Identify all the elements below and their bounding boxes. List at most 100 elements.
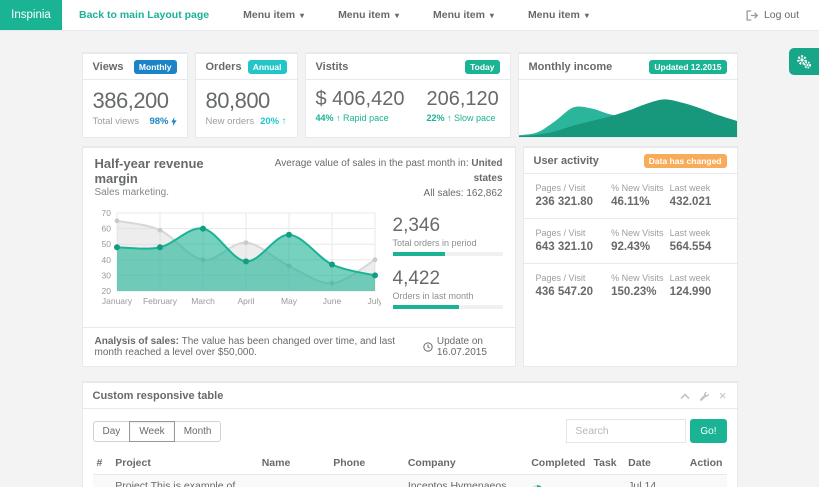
revenue-subtitle: Sales marketing. bbox=[95, 187, 248, 198]
cell: Patrick Smith bbox=[258, 475, 329, 487]
cell: Jul 14, 2013 bbox=[624, 475, 686, 487]
filter-button-week[interactable]: Week bbox=[129, 421, 174, 442]
completed-cell bbox=[527, 475, 589, 487]
svg-text:May: May bbox=[280, 296, 297, 306]
brand-logo[interactable]: Inspinia bbox=[0, 0, 62, 30]
user-activity-row: Pages / Visit436 547.20% New Visits150.2… bbox=[524, 264, 737, 308]
visits-delta-1: 44% bbox=[316, 113, 334, 123]
column-header-completed: Completed bbox=[527, 452, 589, 475]
logout-button[interactable]: Log out bbox=[729, 0, 819, 30]
svg-text:April: April bbox=[237, 296, 254, 306]
caret-down-icon: ▾ bbox=[300, 11, 304, 20]
caret-down-icon: ▾ bbox=[585, 11, 589, 20]
orders-period-value: 2,346 bbox=[393, 215, 503, 237]
activity-stat: % New Visits150.23% bbox=[611, 273, 670, 298]
activity-stat: Pages / Visit236 321.80 bbox=[536, 183, 612, 208]
visits-stat-1: $ 406,420 44% ↑ Rapid pace bbox=[316, 87, 405, 123]
cell: Inceptos Hymenaeos Ltd bbox=[404, 475, 527, 487]
menu-item-label: Menu item bbox=[338, 9, 390, 21]
top-navbar: Inspinia Back to main Layout page Menu i… bbox=[0, 0, 819, 31]
go-button[interactable]: Go! bbox=[690, 419, 726, 443]
revenue-title: Half-year revenue margin bbox=[95, 156, 248, 186]
views-delta: 98% bbox=[149, 116, 168, 127]
filter-button-day[interactable]: Day bbox=[93, 421, 131, 442]
back-to-layout-link[interactable]: Back to main Layout page bbox=[62, 0, 226, 30]
views-card-title: Views bbox=[93, 61, 124, 73]
svg-text:70: 70 bbox=[101, 208, 111, 218]
menu-item-4[interactable]: Menu item ▾ bbox=[511, 0, 606, 30]
activity-stat: Last week432.021 bbox=[670, 183, 725, 208]
level-up-icon: ↑ bbox=[282, 116, 287, 127]
menu-item-2[interactable]: Menu item ▾ bbox=[321, 0, 416, 30]
svg-text:February: February bbox=[142, 296, 177, 306]
svg-text:60: 60 bbox=[101, 224, 111, 234]
orders-delta: 20% bbox=[260, 116, 279, 127]
monthly-income-chart bbox=[519, 80, 737, 137]
visits-note-2: Slow pace bbox=[454, 113, 496, 123]
activity-stat: % New Visits46.11% bbox=[611, 183, 670, 208]
menu-item-1[interactable]: Menu item ▾ bbox=[226, 0, 321, 30]
orders-month-progress bbox=[393, 305, 503, 309]
orders-label: New orders bbox=[206, 116, 255, 127]
menu-item-3[interactable]: Menu item▾ bbox=[416, 0, 511, 30]
menu-item-label: Menu item bbox=[528, 9, 580, 21]
visits-note-1: Rapid pace bbox=[343, 113, 389, 123]
orders-value: 80,800 bbox=[206, 88, 287, 113]
column-header-num: # bbox=[93, 452, 112, 475]
visits-value-2: 206,120 bbox=[426, 87, 498, 111]
today-badge: Today bbox=[465, 60, 499, 74]
orders-month-label: Orders in last month bbox=[393, 291, 503, 301]
activity-stat: Pages / Visit436 547.20 bbox=[536, 273, 612, 298]
user-activity-panel: User activity Data has changed Pages / V… bbox=[523, 146, 738, 367]
activity-stat: Last week124.990 bbox=[670, 273, 725, 298]
theme-config-button[interactable] bbox=[789, 48, 819, 75]
monthly-income-card: Monthly income Updated 12.2015 bbox=[518, 52, 738, 138]
annual-badge: Annual bbox=[248, 60, 287, 74]
svg-text:March: March bbox=[191, 296, 215, 306]
user-activity-row: Pages / Visit236 321.80% New Visits46.11… bbox=[524, 174, 737, 219]
activity-stat: Pages / Visit643 321.10 bbox=[536, 228, 612, 253]
menu-item-label: Menu item bbox=[243, 9, 295, 21]
svg-text:January: January bbox=[101, 296, 132, 306]
responsive-table-panel: Custom responsive table × DayWeekMonth G… bbox=[82, 381, 738, 487]
orders-period-progress bbox=[393, 252, 503, 256]
caret-down-icon: ▾ bbox=[490, 11, 494, 20]
action-cell: ✓ bbox=[686, 475, 727, 487]
svg-text:50: 50 bbox=[101, 239, 111, 249]
orders-period-label: Total orders in period bbox=[393, 238, 503, 248]
views-value: 386,200 bbox=[93, 88, 177, 113]
visits-stat-2: 206,120 22% ↑ Slow pace bbox=[426, 87, 498, 123]
svg-text:40: 40 bbox=[101, 255, 111, 265]
close-icon[interactable]: × bbox=[719, 391, 727, 401]
table-panel-title: Custom responsive table bbox=[93, 390, 224, 402]
activity-stat: Last week564.554 bbox=[670, 228, 725, 253]
views-label: Total views bbox=[93, 116, 139, 127]
column-header-action: Action bbox=[686, 452, 727, 475]
logout-label: Log out bbox=[764, 9, 799, 21]
update-date-text: Update on 16.07.2015 bbox=[437, 336, 503, 358]
wrench-icon[interactable] bbox=[699, 391, 710, 402]
revenue-panel: Half-year revenue margin Sales marketing… bbox=[82, 146, 516, 367]
period-filter-group: DayWeekMonth bbox=[93, 421, 222, 442]
user-activity-row: Pages / Visit643 321.10% New Visits92.43… bbox=[524, 219, 737, 264]
sign-out-icon bbox=[746, 10, 758, 21]
column-header-date: Date bbox=[624, 452, 686, 475]
bolt-icon bbox=[171, 117, 177, 126]
table-row[interactable]: 1Project This is example of projectPatri… bbox=[93, 475, 727, 487]
avg-sales-text: Average value of sales in the past month… bbox=[275, 158, 472, 169]
page-content: Views Monthly 386,200 Total views 98% bbox=[82, 31, 738, 487]
activity-stat: % New Visits92.43% bbox=[611, 228, 670, 253]
stats-row: Views Monthly 386,200 Total views 98% bbox=[82, 52, 738, 138]
orders-card-title: Orders bbox=[206, 61, 242, 73]
svg-text:July: July bbox=[367, 296, 381, 306]
search-input[interactable] bbox=[566, 419, 686, 443]
cell: 20% bbox=[589, 475, 624, 487]
table-header-row: #ProjectNamePhoneCompanyCompletedTaskDat… bbox=[93, 452, 727, 475]
collapse-chevron-icon[interactable] bbox=[680, 393, 690, 400]
caret-down-icon: ▾ bbox=[395, 11, 399, 20]
revenue-side-stats: 2,346 Total orders in period 4,422 Order… bbox=[393, 207, 503, 321]
nav-menu: Menu item▾Menu item▾Menu item▾Menu item▾ bbox=[226, 0, 606, 30]
filter-button-month[interactable]: Month bbox=[174, 421, 222, 442]
column-header-task: Task bbox=[589, 452, 624, 475]
cell: 0800 051213 bbox=[329, 475, 404, 487]
